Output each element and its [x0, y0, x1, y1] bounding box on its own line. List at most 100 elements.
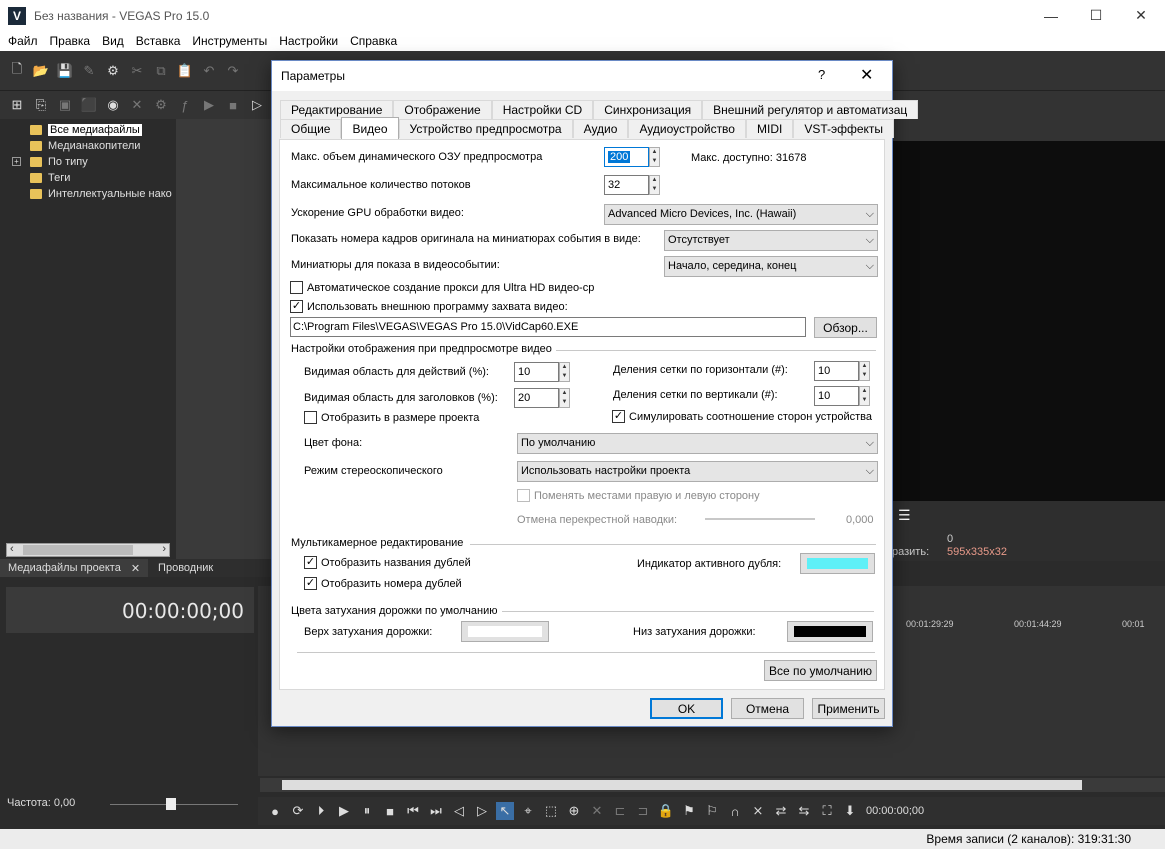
timeline-scrollbar[interactable]	[260, 778, 1165, 792]
remove-icon[interactable]: ✕	[128, 96, 146, 114]
menu-view[interactable]: Вид	[96, 34, 130, 48]
spinner-arrows-icon[interactable]: ▲ ▼	[649, 147, 660, 167]
ignore-grouping-icon[interactable]: ⛶	[818, 802, 836, 820]
tree-item-by-type[interactable]: По типу	[30, 154, 88, 170]
disc-icon[interactable]: ◉	[104, 96, 122, 114]
menu-options[interactable]: Настройки	[273, 34, 344, 48]
ok-button[interactable]: OK	[650, 698, 723, 719]
snapping-icon[interactable]: ∩	[726, 802, 744, 820]
go-start-icon[interactable]: ⏮	[404, 802, 422, 820]
title-safe-spinner[interactable]: 20 ▲ ▼	[514, 388, 572, 408]
show-take-names-checkbox[interactable]: ✓ Отобразить названия дублей	[304, 556, 471, 569]
grid-vertical-spinner[interactable]: 10 ▲ ▼	[814, 386, 872, 406]
tree-item-smart-bins[interactable]: Интеллектуальные нако	[30, 186, 172, 202]
split-icon[interactable]: ⊐	[634, 802, 652, 820]
tab-display[interactable]: Отображение	[393, 100, 492, 119]
render-icon[interactable]: ✎	[80, 62, 98, 80]
crosstalk-slider[interactable]	[705, 518, 815, 520]
checkbox-box[interactable]	[517, 489, 530, 502]
gpu-select[interactable]: Advanced Micro Devices, Inc. (Hawaii) ⌵	[604, 204, 878, 225]
expand-icon[interactable]: +	[12, 157, 21, 166]
active-take-color-button[interactable]	[800, 553, 875, 574]
auto-preview-icon[interactable]: ▷	[248, 96, 266, 114]
play-icon[interactable]: ▶	[200, 96, 218, 114]
loop-icon[interactable]: ⟳	[289, 802, 307, 820]
fade-bottom-color-button[interactable]	[787, 621, 873, 642]
media-fx-icon[interactable]: ⬛	[80, 96, 98, 114]
selection-tool-icon[interactable]: ⬚	[542, 802, 560, 820]
tab-preview-device[interactable]: Устройство предпросмотра	[398, 119, 573, 138]
open-folder-icon[interactable]: 📂	[32, 62, 50, 80]
auto-crossfade-icon[interactable]: ⨯	[749, 802, 767, 820]
copy-icon[interactable]: ⧉	[152, 62, 170, 80]
play-icon[interactable]: ▶	[335, 802, 353, 820]
import-media-icon[interactable]: ⊞	[8, 96, 26, 114]
checkmark-icon[interactable]: ✓	[304, 556, 317, 569]
grid-horizontal-input[interactable]: 10	[814, 361, 859, 381]
frame-numbers-select[interactable]: Отсутствует ⌵	[664, 230, 878, 251]
timeline-scroll-thumb[interactable]	[282, 780, 1082, 790]
help-icon[interactable]: ?	[818, 67, 825, 82]
fx-icon[interactable]: ƒ	[176, 96, 194, 114]
redo-icon[interactable]: ↷	[224, 62, 242, 80]
auto-proxy-checkbox[interactable]: Автоматическое создание прокси для Ultra…	[290, 281, 594, 294]
zoom-tool-icon[interactable]: ⊕	[565, 802, 583, 820]
title-safe-input[interactable]: 20	[514, 388, 559, 408]
scroll-right-icon[interactable]: ›	[162, 543, 166, 555]
menu-help[interactable]: Справка	[344, 34, 403, 48]
tab-external-control[interactable]: Внешний регулятор и автоматизац	[702, 100, 919, 119]
spinner-arrows-icon[interactable]: ▲ ▼	[559, 388, 570, 408]
spinner-arrows-icon[interactable]: ▲ ▼	[559, 362, 570, 382]
properties-icon[interactable]: ⚙	[152, 96, 170, 114]
tab-sync[interactable]: Синхронизация	[593, 100, 703, 119]
checkbox-box[interactable]	[290, 281, 303, 294]
capture-path-input[interactable]: C:\Program Files\VEGAS\VEGAS Pro 15.0\Vi…	[290, 317, 806, 337]
show-take-numbers-checkbox[interactable]: ✓ Отобразить номера дублей	[304, 577, 462, 590]
threads-input[interactable]: 32	[604, 175, 649, 195]
prev-frame-icon[interactable]: ◁	[450, 802, 468, 820]
action-safe-spinner[interactable]: 10 ▲ ▼	[514, 362, 572, 382]
scroll-left-icon[interactable]: ‹	[10, 543, 14, 555]
bg-color-select[interactable]: По умолчанию ⌵	[517, 433, 878, 454]
spinner-arrows-icon[interactable]: ▲ ▼	[649, 175, 660, 195]
extract-icon[interactable]: ▣	[56, 96, 74, 114]
next-frame-icon[interactable]: ▷	[473, 802, 491, 820]
tab-general[interactable]: Общие	[280, 119, 342, 138]
tree-item-all-media[interactable]: Все медиафайлы	[30, 122, 142, 138]
region-icon[interactable]: ⚐	[703, 802, 721, 820]
cut-icon[interactable]: ✂	[128, 62, 146, 80]
checkmark-icon[interactable]: ✓	[304, 577, 317, 590]
undo-icon[interactable]: ↶	[200, 62, 218, 80]
lock-icon[interactable]: 🔒	[657, 802, 675, 820]
ripple-icon[interactable]: ⇄	[772, 802, 790, 820]
menu-insert[interactable]: Вставка	[130, 34, 187, 48]
scroll-thumb[interactable]	[23, 545, 133, 555]
tab-audio[interactable]: Аудио	[572, 119, 629, 138]
normal-edit-tool-icon[interactable]: ↖	[496, 802, 514, 820]
tab-explorer[interactable]: Проводник	[148, 562, 213, 574]
spinner-arrows-icon[interactable]: ▲ ▼	[859, 386, 870, 406]
thumbnails-select[interactable]: Начало, середина, конец ⌵	[664, 256, 878, 277]
tree-item-tags[interactable]: Теги	[30, 170, 70, 186]
rate-slider-thumb[interactable]	[166, 798, 176, 810]
capture-icon[interactable]: ⎘	[32, 96, 50, 114]
delete-icon[interactable]: ✕	[588, 802, 606, 820]
menu-file[interactable]: Файл	[2, 34, 44, 48]
tree-item-media-bins[interactable]: Медианакопители	[30, 138, 140, 154]
ram-preview-input[interactable]: 200	[604, 147, 649, 167]
stop-icon[interactable]: ■	[224, 96, 242, 114]
save-icon[interactable]: 💾	[56, 62, 74, 80]
action-safe-input[interactable]: 10	[514, 362, 559, 382]
play-from-start-icon[interactable]: ⏵	[312, 802, 330, 820]
browse-button[interactable]: Обзор...	[814, 317, 877, 338]
pause-icon[interactable]: ⏸	[358, 802, 376, 820]
lock-envelopes-icon[interactable]: ⇆	[795, 802, 813, 820]
tab-cd-settings[interactable]: Настройки CD	[491, 100, 594, 119]
external-capture-checkbox[interactable]: ✓ Использовать внешнюю программу захвата …	[290, 300, 568, 313]
menu-edit[interactable]: Правка	[44, 34, 97, 48]
maximize-button[interactable]: ☐	[1073, 0, 1119, 31]
tab-vst-effects[interactable]: VST-эффекты	[793, 119, 895, 138]
paste-icon[interactable]: 📋	[176, 62, 194, 80]
cancel-button[interactable]: Отмена	[731, 698, 804, 719]
grid-horizontal-spinner[interactable]: 10 ▲ ▼	[814, 361, 872, 381]
